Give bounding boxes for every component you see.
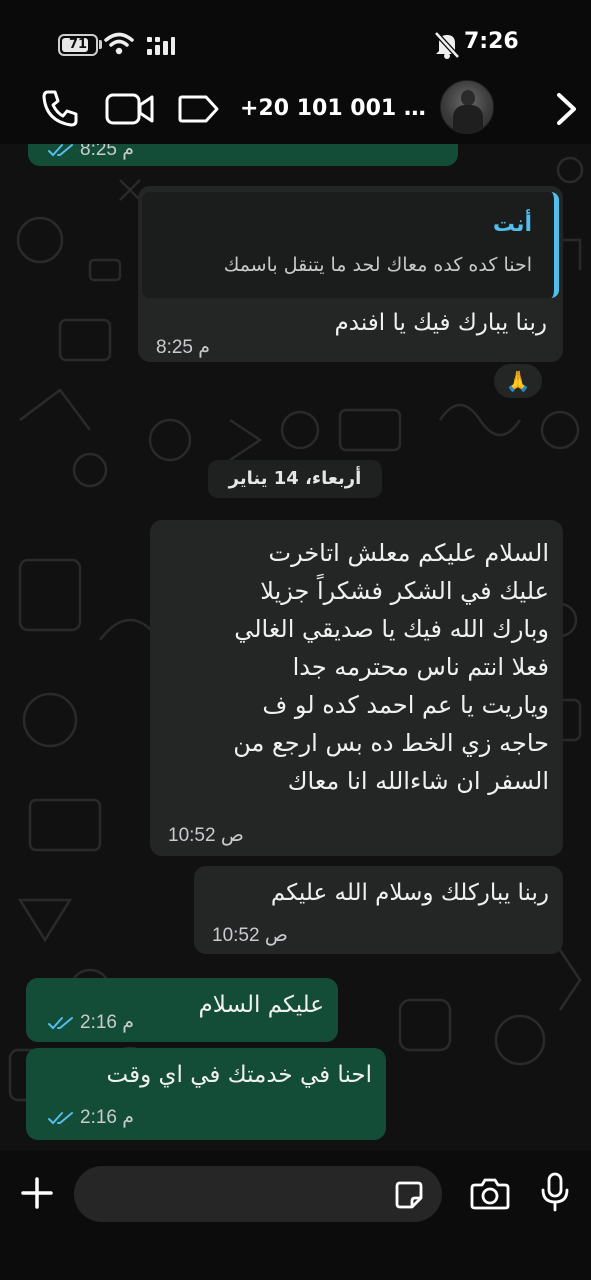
double-check-icon <box>48 1111 73 1125</box>
double-check-icon <box>48 143 73 157</box>
message-incoming-long[interactable]: السلام عليكم معلش اتاخرت عليك في الشكر ف… <box>150 520 563 856</box>
signal-icon <box>147 37 175 55</box>
battery-percent: 71 <box>68 37 88 52</box>
message-time-text: 2:16 م <box>80 1107 135 1128</box>
message-text: ربنا يباركلك وسلام الله عليكم <box>270 880 549 906</box>
contact-name[interactable]: +20 101 001 0... <box>240 96 430 121</box>
message-line: فعلا انتم ناس محترمه جدا <box>292 653 549 681</box>
phone-icon[interactable] <box>40 88 80 128</box>
message-outgoing[interactable]: عليكم السلام 2:16 م <box>26 978 338 1042</box>
message-line: عليك في الشكر فشكراً جزيلا <box>260 577 549 605</box>
message-line: وياريت يا عم احمد كده لو ف <box>262 691 549 719</box>
sticker-icon[interactable] <box>394 1180 424 1210</box>
quote-author: أنت <box>492 212 532 237</box>
message-time: 10:52 ص <box>168 825 244 846</box>
date-separator: أربعاء، 14 يناير <box>208 460 382 498</box>
message-text: ربنا يبارك فيك يا افندم <box>334 310 547 336</box>
camera-icon[interactable] <box>470 1178 510 1210</box>
chevron-right-icon[interactable] <box>555 92 579 126</box>
pray-emoji: 🙏 <box>505 369 531 393</box>
message-incoming-reply[interactable]: أنت احنا كده كده معاك لحد ما يتنقل باسمك… <box>138 186 563 362</box>
message-line: السلام عليكم معلش اتاخرت <box>268 539 550 567</box>
label-icon[interactable] <box>178 94 220 124</box>
message-time-text: 2:16 م <box>80 1012 135 1033</box>
message-outgoing[interactable]: احنا في خدمتك في اي وقت 2:16 م <box>26 1048 386 1140</box>
message-line: السفر ان شاءالله انا معاك <box>287 767 549 795</box>
message-text: السلام عليكم معلش اتاخرت عليك في الشكر ف… <box>154 534 549 800</box>
double-check-icon <box>48 1016 73 1030</box>
mute-icon <box>434 31 460 59</box>
avatar[interactable] <box>440 80 494 134</box>
message-text: عليكم السلام <box>198 992 324 1018</box>
composer-bar <box>0 1150 591 1280</box>
message-time: 2:16 م <box>48 1106 134 1129</box>
status-time: 7:26 <box>464 29 519 54</box>
message-time: 2:16 م <box>48 1011 134 1034</box>
reaction-badge[interactable]: 🙏 <box>492 362 544 400</box>
wifi-icon <box>104 32 134 55</box>
message-text: احنا في خدمتك في اي وقت <box>106 1062 372 1088</box>
message-line: حاجه زي الخط ده بس ارجع من <box>233 729 549 757</box>
quote-text: احنا كده كده معاك لحد ما يتنقل باسمك <box>223 254 532 276</box>
avatar-body <box>453 105 483 133</box>
message-incoming-short[interactable]: ربنا يباركلك وسلام الله عليكم 10:52 ص <box>194 866 563 954</box>
header-content: +20 101 001 0... <box>0 80 591 144</box>
video-icon[interactable] <box>105 92 155 126</box>
plus-icon[interactable] <box>20 1176 54 1210</box>
message-line: وبارك الله فيك يا صديقي الغالي <box>234 615 549 643</box>
message-input[interactable] <box>74 1166 442 1222</box>
status-bar: 71 7:26 <box>0 0 591 80</box>
message-time: 10:52 ص <box>212 925 288 946</box>
avatar-head <box>461 90 475 106</box>
message-time: 8:25 م <box>156 337 211 358</box>
quoted-message[interactable]: أنت احنا كده كده معاك لحد ما يتنقل باسمك <box>142 192 559 298</box>
battery-tip <box>99 40 102 49</box>
battery-icon: 71 <box>58 34 98 56</box>
mic-icon[interactable] <box>540 1172 570 1212</box>
